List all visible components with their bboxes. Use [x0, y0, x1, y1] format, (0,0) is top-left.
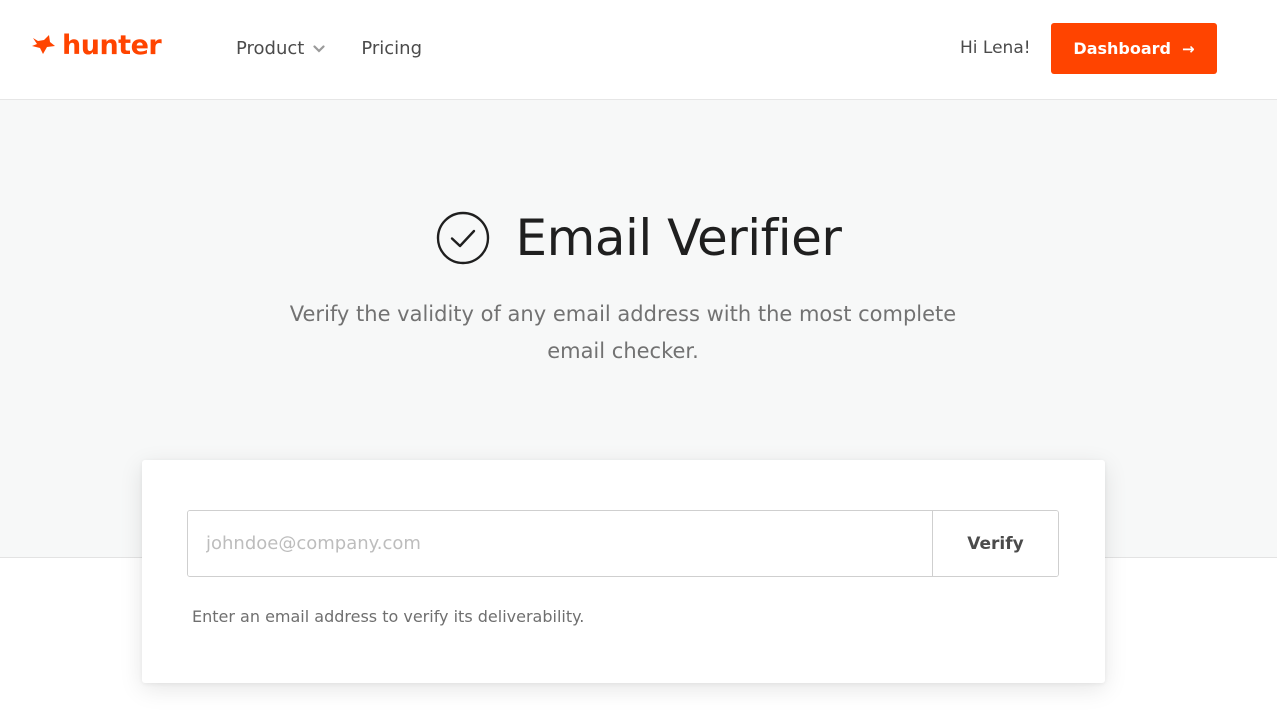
- fox-head-icon: [32, 35, 55, 54]
- page: hunter Product Pricing Hi Lena! Dashboar…: [0, 0, 1277, 712]
- verifier-card: Verify Enter an email address to verify …: [142, 460, 1105, 683]
- email-input[interactable]: [188, 511, 932, 576]
- verify-button[interactable]: Verify: [932, 511, 1058, 576]
- main-nav: Product Pricing: [236, 36, 422, 62]
- helper-text: Enter an email address to verify its del…: [192, 607, 585, 626]
- arrow-right-icon: →: [1182, 39, 1195, 58]
- nav-product-label: Product: [236, 38, 305, 59]
- page-subtitle: Verify the validity of any email address…: [289, 302, 957, 363]
- top-navbar: hunter Product Pricing Hi Lena! Dashboar…: [0, 0, 1277, 100]
- dashboard-button-label: Dashboard: [1073, 39, 1171, 58]
- logo-text: hunter: [62, 29, 162, 61]
- check-circle-icon: [436, 211, 489, 265]
- user-greeting: Hi Lena!: [960, 38, 1031, 58]
- page-title: Email Verifier: [515, 209, 842, 267]
- title-row: Email Verifier: [0, 208, 1277, 268]
- nav-product[interactable]: Product: [236, 36, 325, 62]
- hunter-logo[interactable]: hunter: [30, 28, 162, 62]
- chevron-down-icon: [313, 45, 325, 53]
- verify-form: Verify: [187, 510, 1059, 577]
- dashboard-button[interactable]: Dashboard →: [1051, 23, 1217, 74]
- nav-pricing[interactable]: Pricing: [361, 36, 422, 62]
- nav-pricing-label: Pricing: [361, 38, 423, 59]
